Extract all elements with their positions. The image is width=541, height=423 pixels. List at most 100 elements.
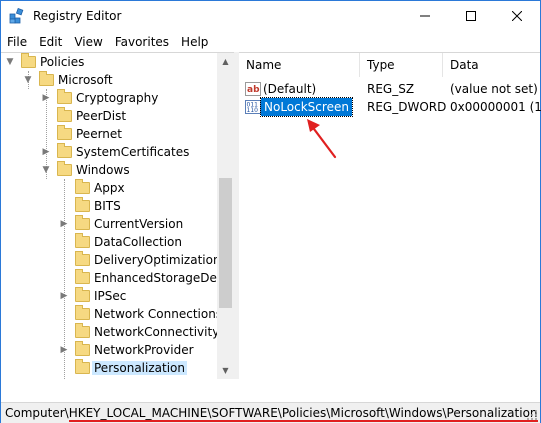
tree-item-systemcertificates[interactable]: ▶ SystemCertificates: [41, 143, 189, 161]
string-value-icon: ab: [245, 82, 261, 96]
tree-item-label: NetworkConnectivityS: [94, 325, 227, 339]
registry-editor-window: Registry Editor File Edit View Favorites…: [0, 0, 541, 423]
tree-horizontal-area: [1, 379, 540, 402]
resize-grip-icon[interactable]: [526, 409, 538, 421]
collapse-arrow-icon[interactable]: ▼: [41, 161, 51, 179]
folder-open-icon: [57, 161, 72, 176]
key-tree[interactable]: ▼ Policies ▼ Microsoft ▶ Cryptography Pe…: [1, 52, 234, 379]
value-name: (Default): [263, 82, 317, 96]
tree-item-microsoft[interactable]: ▼ Microsoft: [23, 71, 113, 89]
annotation-arrow-icon: [307, 119, 337, 159]
tree-item-peerdist[interactable]: PeerDist: [41, 107, 126, 125]
menu-bar: File Edit View Favorites Help: [1, 32, 540, 52]
folder-icon: [75, 233, 90, 248]
dword-value-icon: 011 110: [245, 100, 261, 114]
tree-item-personalization[interactable]: Personalization: [59, 359, 187, 377]
title-bar[interactable]: Registry Editor: [1, 1, 540, 31]
close-button[interactable]: [494, 1, 540, 31]
tree-item-label: PeerDist: [76, 109, 127, 123]
folder-icon: [75, 251, 90, 266]
tree-item-cryptography[interactable]: ▶ Cryptography: [41, 89, 158, 107]
folder-icon: [75, 287, 90, 302]
menu-file[interactable]: File: [1, 32, 33, 52]
expand-arrow-icon[interactable]: ▶: [41, 89, 51, 107]
close-icon: [512, 11, 522, 21]
tree-item-label: Appx: [94, 181, 125, 195]
expand-arrow-icon[interactable]: ▶: [41, 143, 51, 161]
values-list[interactable]: Name Type Data ab (Default) REG_SZ (valu…: [239, 52, 541, 379]
tree-item-ipsec[interactable]: ▶ IPSec: [59, 287, 126, 305]
folder-icon: [57, 143, 72, 158]
tree-item-bits[interactable]: BITS: [59, 197, 121, 215]
tree-item-label: Policies: [40, 55, 85, 69]
status-bar: Computer\HKEY_LOCAL_MACHINE\SOFTWARE\Pol…: [1, 402, 540, 423]
tree-item-networkprovider[interactable]: ▶ NetworkProvider: [59, 341, 194, 359]
tree-item-appx[interactable]: Appx: [59, 179, 125, 197]
tree-item-deliveryoptimization[interactable]: DeliveryOptimization: [59, 251, 221, 269]
folder-icon: [57, 89, 72, 104]
tree-item-datacollection[interactable]: DataCollection: [59, 233, 182, 251]
tree-item-network-connections[interactable]: Network Connections: [59, 305, 222, 323]
folder-open-icon: [21, 53, 36, 68]
folder-icon: [75, 269, 90, 284]
value-type: REG_DWORD: [367, 100, 447, 114]
tree-item-label: DataCollection: [94, 235, 183, 249]
collapse-arrow-icon[interactable]: ▼: [23, 71, 33, 89]
tree-item-policies[interactable]: ▼ Policies: [5, 53, 84, 71]
maximize-icon: [466, 11, 476, 21]
tree-item-peernet[interactable]: Peernet: [41, 125, 122, 143]
folder-icon: [75, 305, 90, 320]
tree-item-label: Network Connections: [94, 307, 223, 321]
menu-edit[interactable]: Edit: [33, 32, 68, 52]
folder-icon: [75, 197, 90, 212]
column-header-name[interactable]: Name: [239, 53, 359, 77]
tree-item-currentversion[interactable]: ▶ CurrentVersion: [59, 215, 183, 233]
scrollbar-thumb[interactable]: [219, 178, 232, 308]
menu-view[interactable]: View: [68, 32, 108, 52]
tree-item-label: Peernet: [76, 127, 122, 141]
window-title: Registry Editor: [33, 9, 122, 23]
scroll-down-arrow-icon[interactable]: ▼: [217, 362, 234, 379]
folder-icon: [75, 323, 90, 338]
svg-text:110: 110: [247, 107, 259, 114]
status-path-key: HKEY_LOCAL_MACHINE\SOFTWARE\Policies\Mic…: [68, 406, 538, 422]
folder-icon: [57, 107, 72, 122]
tree-item-windows[interactable]: ▼ Windows: [41, 161, 130, 179]
expand-arrow-icon[interactable]: ▶: [59, 287, 69, 305]
folder-icon: [57, 125, 72, 140]
folder-icon: [75, 215, 90, 230]
tree-item-label: Personalization: [92, 361, 187, 375]
column-header-data[interactable]: Data: [443, 53, 540, 77]
tree-item-label: Windows: [76, 163, 130, 177]
tree-item-enhancedstoragedevices[interactable]: EnhancedStorageDevic: [59, 269, 234, 287]
value-type: REG_SZ: [367, 82, 415, 96]
expand-arrow-icon[interactable]: ▶: [59, 215, 69, 233]
value-row-nolockscreen[interactable]: 011 110 NoLockScreen REG_DWORD 0x0000000…: [239, 97, 541, 117]
status-path-prefix: Computer\: [5, 406, 69, 420]
registry-editor-app-icon: [9, 8, 24, 24]
collapse-arrow-icon[interactable]: ▼: [5, 53, 15, 71]
tree-item-label: CurrentVersion: [94, 217, 184, 231]
scroll-up-arrow-icon[interactable]: ▲: [217, 53, 234, 70]
value-data: 0x00000001 (1): [450, 100, 541, 114]
value-row-default[interactable]: ab (Default) REG_SZ (value not set): [239, 80, 540, 98]
minimize-button[interactable]: [402, 1, 448, 31]
maximize-button[interactable]: [448, 1, 494, 31]
svg-text:ab: ab: [247, 85, 260, 95]
tree-item-label: NetworkProvider: [94, 343, 194, 357]
minimize-icon: [420, 15, 430, 17]
tree-item-label: DeliveryOptimization: [94, 253, 221, 267]
tree-vertical-scrollbar[interactable]: ▲ ▼: [217, 53, 234, 379]
tree-item-label: Microsoft: [58, 73, 113, 87]
tree-item-label: SystemCertificates: [76, 145, 190, 159]
column-header-type[interactable]: Type: [360, 53, 442, 77]
tree-item-networkconnectivitystatus[interactable]: NetworkConnectivityS: [59, 323, 227, 341]
tree-item-label: EnhancedStorageDevic: [94, 271, 234, 285]
tree-item-label: Cryptography: [76, 91, 159, 105]
folder-icon: [75, 341, 90, 356]
menu-help[interactable]: Help: [175, 32, 214, 52]
tree-item-label: BITS: [94, 199, 121, 213]
tree-item-label: IPSec: [94, 289, 127, 303]
menu-favorites[interactable]: Favorites: [109, 32, 175, 52]
expand-arrow-icon[interactable]: ▶: [59, 341, 69, 359]
